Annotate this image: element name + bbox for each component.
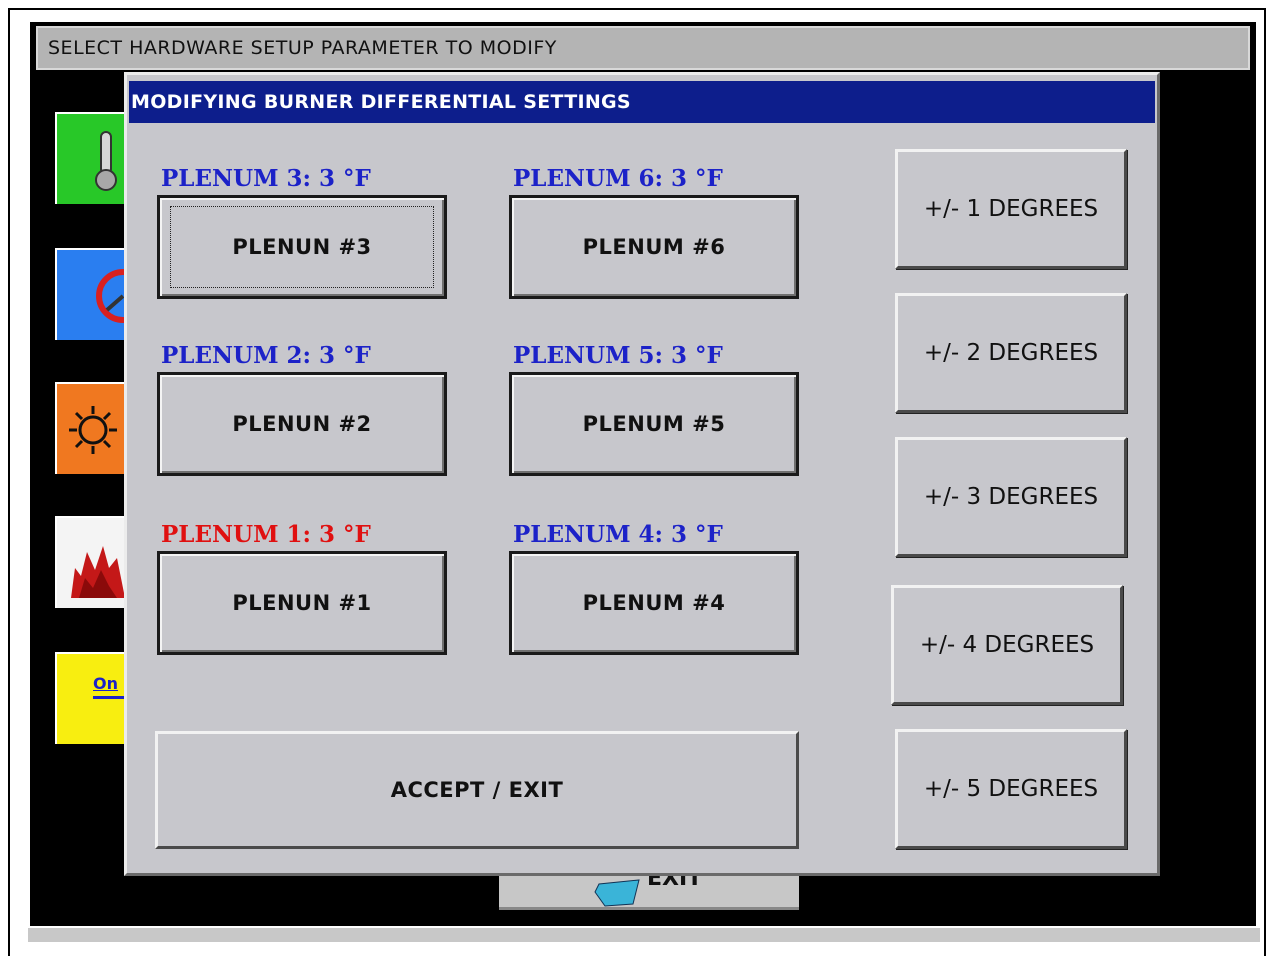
plenum-5-button[interactable]: PLENUM #5 [509, 372, 799, 476]
dialog-title: MODIFYING BURNER DIFFERENTIAL SETTINGS [129, 81, 1155, 123]
accept-exit-button[interactable]: ACCEPT / EXIT [155, 731, 799, 849]
plus-minus-4-degrees-button[interactable]: +/- 4 DEGREES [891, 585, 1123, 705]
plenum-4-label: PLENUM 4: 3 °F [513, 521, 723, 548]
burner-differential-dialog: MODIFYING BURNER DIFFERENTIAL SETTINGS P… [124, 72, 1160, 876]
plenum-3-label: PLENUM 3: 3 °F [161, 165, 371, 192]
plenum-4-button[interactable]: PLENUM #4 [509, 551, 799, 655]
plenum-5-label: PLENUM 5: 3 °F [513, 342, 723, 369]
plus-minus-2-degrees-button[interactable]: +/- 2 DEGREES [895, 293, 1127, 413]
sun-icon[interactable] [55, 382, 125, 474]
plenum-1-label: PLENUM 1: 3 °F [161, 521, 371, 548]
on-switch-icon[interactable]: On [55, 652, 125, 744]
plus-minus-5-degrees-button[interactable]: +/- 5 DEGREES [895, 729, 1127, 849]
gauge-icon[interactable] [55, 248, 125, 340]
plus-minus-3-degrees-button[interactable]: +/- 3 DEGREES [895, 437, 1127, 557]
outer-window-title: SELECT HARDWARE SETUP PARAMETER TO MODIF… [36, 26, 1250, 70]
plenum-2-button[interactable]: PLENUN #2 [157, 372, 447, 476]
plus-minus-1-degrees-button[interactable]: +/- 1 DEGREES [895, 149, 1127, 269]
plenum-1-button[interactable]: PLENUN #1 [157, 551, 447, 655]
plenum-6-label: PLENUM 6: 3 °F [513, 165, 723, 192]
plenum-2-label: PLENUM 2: 3 °F [161, 342, 371, 369]
flame-icon[interactable] [55, 516, 125, 608]
plenum-6-button[interactable]: PLENUM #6 [509, 195, 799, 299]
on-label: On [93, 674, 118, 693]
exit-button-behind[interactable]: EXIT [499, 866, 799, 910]
bottom-strip [28, 928, 1260, 942]
thermometer-icon[interactable] [55, 112, 125, 204]
plenum-3-button[interactable]: PLENUN #3 [157, 195, 447, 299]
